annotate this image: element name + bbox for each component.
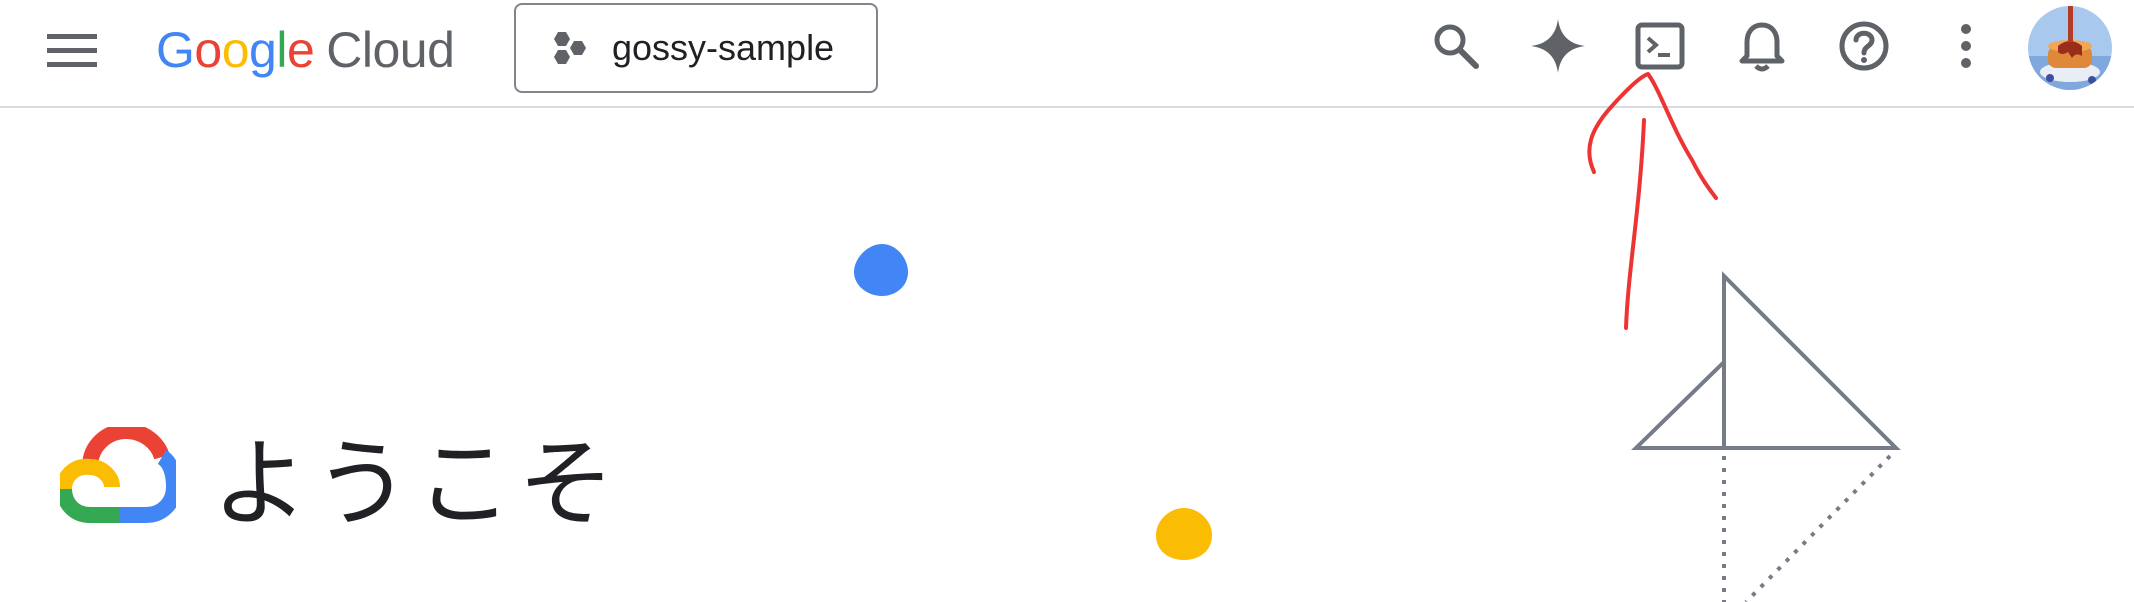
- blue-blob-shape: [854, 244, 908, 296]
- search-button[interactable]: [1424, 14, 1488, 78]
- yellow-blob-shape: [1156, 508, 1212, 560]
- project-hexagon-icon: [554, 32, 586, 64]
- project-picker-button[interactable]: gossy-sample: [514, 3, 878, 93]
- account-avatar[interactable]: [2028, 6, 2112, 90]
- top-bar: Go o g l e Cloud gossy-sample: [0, 0, 2134, 108]
- logo-letter: o: [194, 22, 222, 78]
- search-icon: [1434, 24, 1479, 69]
- google-cloud-logo-icon: [60, 427, 176, 523]
- notifications-button[interactable]: [1730, 14, 1794, 78]
- logo-cloud-text: Cloud: [326, 22, 455, 78]
- dotted-lines-shape: [1722, 454, 1892, 602]
- paper-plane-shape: [1631, 271, 1901, 450]
- cloud-shell-button[interactable]: [1628, 14, 1692, 78]
- project-name: gossy-sample: [612, 27, 835, 68]
- welcome-heading: ようこそ: [212, 427, 620, 540]
- main-menu-button[interactable]: [40, 18, 104, 82]
- avatar-pancake-image: [2028, 6, 2112, 90]
- welcome-section: ようこそ: [60, 420, 620, 540]
- bell-icon: [1739, 22, 1785, 72]
- logo-letter: G: [156, 22, 195, 78]
- more-vert-icon: [1961, 24, 1971, 68]
- help-icon: [1839, 21, 1889, 71]
- logo-letter: o: [221, 22, 250, 78]
- gemini-sparkle-icon: [1531, 19, 1585, 73]
- google-cloud-logo[interactable]: Go o g l e Cloud: [156, 18, 455, 82]
- help-button[interactable]: [1832, 14, 1896, 78]
- logo-letter: l: [276, 22, 287, 78]
- logo-letter: e: [286, 22, 315, 78]
- red-arrow-annotation: [1587, 72, 1718, 330]
- logo-letter: g: [249, 22, 277, 78]
- more-options-button[interactable]: [1934, 14, 1998, 78]
- cloud-shell-terminal-icon: [1635, 22, 1685, 70]
- gemini-button[interactable]: [1526, 14, 1590, 78]
- hamburger-menu-icon: [47, 34, 97, 67]
